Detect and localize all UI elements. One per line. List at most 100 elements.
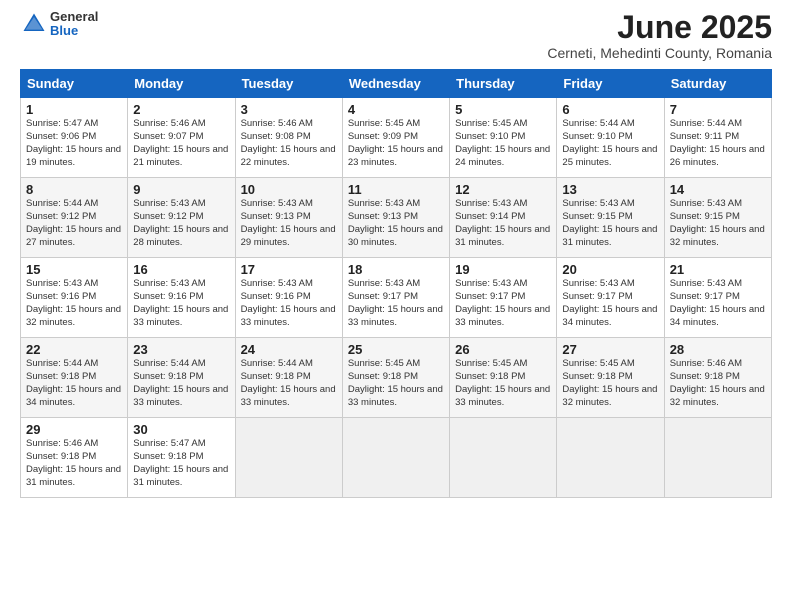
- day-info: Sunrise: 5:43 AMSunset: 9:15 PMDaylight:…: [670, 198, 765, 247]
- day-number: 9: [133, 182, 229, 197]
- col-sunday: Sunday: [21, 70, 128, 98]
- empty-cell: [557, 418, 664, 498]
- day-number: 30: [133, 422, 229, 437]
- week-row-3: 15 Sunrise: 5:43 AMSunset: 9:16 PMDaylig…: [21, 258, 772, 338]
- day-info: Sunrise: 5:43 AMSunset: 9:16 PMDaylight:…: [241, 278, 336, 327]
- day-info: Sunrise: 5:46 AMSunset: 9:18 PMDaylight:…: [670, 358, 765, 407]
- day-number: 20: [562, 262, 658, 277]
- day-info: Sunrise: 5:43 AMSunset: 9:17 PMDaylight:…: [348, 278, 443, 327]
- day-cell-7: 7 Sunrise: 5:44 AMSunset: 9:11 PMDayligh…: [664, 98, 771, 178]
- day-info: Sunrise: 5:46 AMSunset: 9:07 PMDaylight:…: [133, 118, 228, 167]
- day-cell-28: 28 Sunrise: 5:46 AMSunset: 9:18 PMDaylig…: [664, 338, 771, 418]
- day-number: 8: [26, 182, 122, 197]
- day-cell-26: 26 Sunrise: 5:45 AMSunset: 9:18 PMDaylig…: [450, 338, 557, 418]
- day-info: Sunrise: 5:47 AMSunset: 9:18 PMDaylight:…: [133, 438, 228, 487]
- title-section: June 2025 Cerneti, Mehedinti County, Rom…: [547, 10, 772, 61]
- week-row-1: 1 Sunrise: 5:47 AMSunset: 9:06 PMDayligh…: [21, 98, 772, 178]
- day-number: 14: [670, 182, 766, 197]
- day-number: 27: [562, 342, 658, 357]
- day-info: Sunrise: 5:44 AMSunset: 9:18 PMDaylight:…: [241, 358, 336, 407]
- day-info: Sunrise: 5:44 AMSunset: 9:10 PMDaylight:…: [562, 118, 657, 167]
- calendar-table: Sunday Monday Tuesday Wednesday Thursday…: [20, 69, 772, 498]
- day-info: Sunrise: 5:43 AMSunset: 9:13 PMDaylight:…: [241, 198, 336, 247]
- day-number: 16: [133, 262, 229, 277]
- day-cell-23: 23 Sunrise: 5:44 AMSunset: 9:18 PMDaylig…: [128, 338, 235, 418]
- day-cell-2: 2 Sunrise: 5:46 AMSunset: 9:07 PMDayligh…: [128, 98, 235, 178]
- day-number: 24: [241, 342, 337, 357]
- day-cell-12: 12 Sunrise: 5:43 AMSunset: 9:14 PMDaylig…: [450, 178, 557, 258]
- day-cell-13: 13 Sunrise: 5:43 AMSunset: 9:15 PMDaylig…: [557, 178, 664, 258]
- day-info: Sunrise: 5:43 AMSunset: 9:17 PMDaylight:…: [562, 278, 657, 327]
- week-row-5: 29 Sunrise: 5:46 AMSunset: 9:18 PMDaylig…: [21, 418, 772, 498]
- day-number: 10: [241, 182, 337, 197]
- day-number: 25: [348, 342, 444, 357]
- col-thursday: Thursday: [450, 70, 557, 98]
- day-info: Sunrise: 5:43 AMSunset: 9:16 PMDaylight:…: [26, 278, 121, 327]
- day-info: Sunrise: 5:44 AMSunset: 9:12 PMDaylight:…: [26, 198, 121, 247]
- day-number: 21: [670, 262, 766, 277]
- day-info: Sunrise: 5:45 AMSunset: 9:10 PMDaylight:…: [455, 118, 550, 167]
- day-cell-5: 5 Sunrise: 5:45 AMSunset: 9:10 PMDayligh…: [450, 98, 557, 178]
- empty-cell: [342, 418, 449, 498]
- calendar-header-row: Sunday Monday Tuesday Wednesday Thursday…: [21, 70, 772, 98]
- day-number: 15: [26, 262, 122, 277]
- day-info: Sunrise: 5:47 AMSunset: 9:06 PMDaylight:…: [26, 118, 121, 167]
- col-monday: Monday: [128, 70, 235, 98]
- day-cell-24: 24 Sunrise: 5:44 AMSunset: 9:18 PMDaylig…: [235, 338, 342, 418]
- day-number: 7: [670, 102, 766, 117]
- day-number: 11: [348, 182, 444, 197]
- day-info: Sunrise: 5:45 AMSunset: 9:09 PMDaylight:…: [348, 118, 443, 167]
- day-info: Sunrise: 5:43 AMSunset: 9:16 PMDaylight:…: [133, 278, 228, 327]
- day-cell-20: 20 Sunrise: 5:43 AMSunset: 9:17 PMDaylig…: [557, 258, 664, 338]
- day-info: Sunrise: 5:45 AMSunset: 9:18 PMDaylight:…: [348, 358, 443, 407]
- day-info: Sunrise: 5:44 AMSunset: 9:18 PMDaylight:…: [133, 358, 228, 407]
- day-cell-25: 25 Sunrise: 5:45 AMSunset: 9:18 PMDaylig…: [342, 338, 449, 418]
- day-number: 17: [241, 262, 337, 277]
- col-saturday: Saturday: [664, 70, 771, 98]
- day-number: 19: [455, 262, 551, 277]
- location-title: Cerneti, Mehedinti County, Romania: [547, 45, 772, 61]
- day-info: Sunrise: 5:45 AMSunset: 9:18 PMDaylight:…: [562, 358, 657, 407]
- day-cell-18: 18 Sunrise: 5:43 AMSunset: 9:17 PMDaylig…: [342, 258, 449, 338]
- logo-blue: Blue: [50, 24, 98, 38]
- day-info: Sunrise: 5:44 AMSunset: 9:11 PMDaylight:…: [670, 118, 765, 167]
- day-cell-27: 27 Sunrise: 5:45 AMSunset: 9:18 PMDaylig…: [557, 338, 664, 418]
- day-info: Sunrise: 5:43 AMSunset: 9:17 PMDaylight:…: [455, 278, 550, 327]
- day-info: Sunrise: 5:44 AMSunset: 9:18 PMDaylight:…: [26, 358, 121, 407]
- day-number: 28: [670, 342, 766, 357]
- logo-icon: [20, 10, 48, 38]
- day-cell-8: 8 Sunrise: 5:44 AMSunset: 9:12 PMDayligh…: [21, 178, 128, 258]
- day-info: Sunrise: 5:46 AMSunset: 9:08 PMDaylight:…: [241, 118, 336, 167]
- day-number: 26: [455, 342, 551, 357]
- day-cell-21: 21 Sunrise: 5:43 AMSunset: 9:17 PMDaylig…: [664, 258, 771, 338]
- day-info: Sunrise: 5:46 AMSunset: 9:18 PMDaylight:…: [26, 438, 121, 487]
- day-number: 29: [26, 422, 122, 437]
- day-cell-29: 29 Sunrise: 5:46 AMSunset: 9:18 PMDaylig…: [21, 418, 128, 498]
- col-friday: Friday: [557, 70, 664, 98]
- day-cell-19: 19 Sunrise: 5:43 AMSunset: 9:17 PMDaylig…: [450, 258, 557, 338]
- day-cell-17: 17 Sunrise: 5:43 AMSunset: 9:16 PMDaylig…: [235, 258, 342, 338]
- day-cell-16: 16 Sunrise: 5:43 AMSunset: 9:16 PMDaylig…: [128, 258, 235, 338]
- day-number: 23: [133, 342, 229, 357]
- day-cell-22: 22 Sunrise: 5:44 AMSunset: 9:18 PMDaylig…: [21, 338, 128, 418]
- day-info: Sunrise: 5:43 AMSunset: 9:12 PMDaylight:…: [133, 198, 228, 247]
- empty-cell: [235, 418, 342, 498]
- day-number: 4: [348, 102, 444, 117]
- day-cell-3: 3 Sunrise: 5:46 AMSunset: 9:08 PMDayligh…: [235, 98, 342, 178]
- logo-general: General: [50, 10, 98, 24]
- empty-cell: [450, 418, 557, 498]
- day-info: Sunrise: 5:45 AMSunset: 9:18 PMDaylight:…: [455, 358, 550, 407]
- day-number: 13: [562, 182, 658, 197]
- page-header: General Blue June 2025 Cerneti, Mehedint…: [20, 10, 772, 61]
- day-number: 12: [455, 182, 551, 197]
- month-title: June 2025: [547, 10, 772, 45]
- day-cell-14: 14 Sunrise: 5:43 AMSunset: 9:15 PMDaylig…: [664, 178, 771, 258]
- day-cell-6: 6 Sunrise: 5:44 AMSunset: 9:10 PMDayligh…: [557, 98, 664, 178]
- day-number: 22: [26, 342, 122, 357]
- logo: General Blue: [20, 10, 98, 39]
- day-cell-11: 11 Sunrise: 5:43 AMSunset: 9:13 PMDaylig…: [342, 178, 449, 258]
- day-number: 6: [562, 102, 658, 117]
- col-wednesday: Wednesday: [342, 70, 449, 98]
- day-info: Sunrise: 5:43 AMSunset: 9:17 PMDaylight:…: [670, 278, 765, 327]
- empty-cell: [664, 418, 771, 498]
